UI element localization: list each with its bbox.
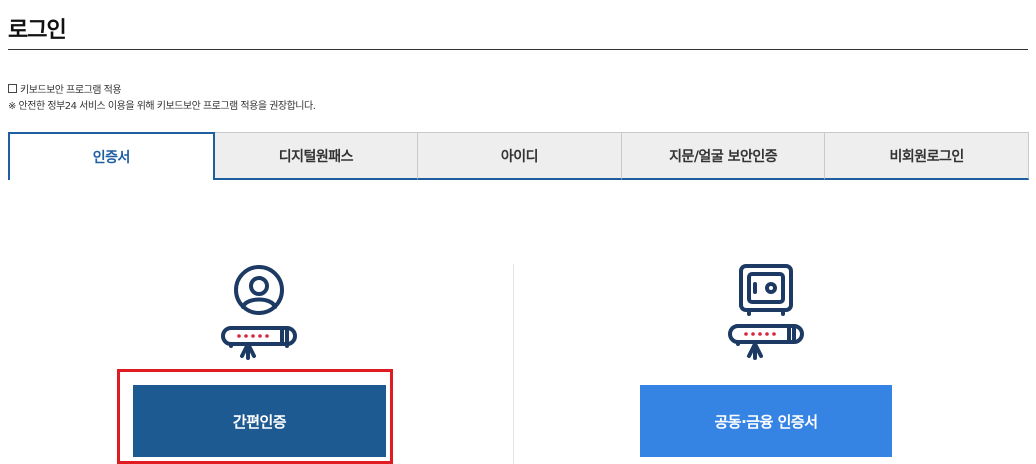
page-title: 로그인 — [8, 18, 67, 43]
user-password-icon — [214, 264, 304, 364]
tab-biometric[interactable]: 지문/얼굴 보안인증 — [621, 132, 826, 180]
tab-certificate[interactable]: 인증서 — [8, 132, 215, 180]
tab-id[interactable]: 아이디 — [418, 132, 622, 180]
title-divider — [8, 49, 1028, 50]
safe-password-icon — [719, 262, 815, 364]
highlight-box — [117, 369, 393, 464]
keyboard-security-label: 키보드보안 프로그램 적용 — [20, 85, 122, 96]
tab-digital-onepass[interactable]: 디지털원패스 — [214, 132, 419, 180]
options-divider — [513, 264, 514, 464]
login-method-tabs: 인증서 디지털원패스 아이디 지문/얼굴 보안인증 비회원로그인 — [8, 132, 1029, 180]
keyboard-security-option[interactable]: 키보드보안 프로그램 적용 — [8, 81, 122, 96]
keyboard-security-checkbox[interactable] — [8, 84, 17, 93]
joint-certificate-button[interactable]: 공동·금융 인증서 — [640, 385, 892, 457]
login-page: 로그인 키보드보안 프로그램 적용 ※ 안전한 정부24 서비스 이용을 위해 … — [0, 0, 1036, 464]
keyboard-security-notice: ※ 안전한 정부24 서비스 이용을 위해 키보드보안 프로그램 적용을 권장합… — [8, 101, 316, 112]
tab-guest-login[interactable]: 비회원로그인 — [825, 132, 1029, 180]
